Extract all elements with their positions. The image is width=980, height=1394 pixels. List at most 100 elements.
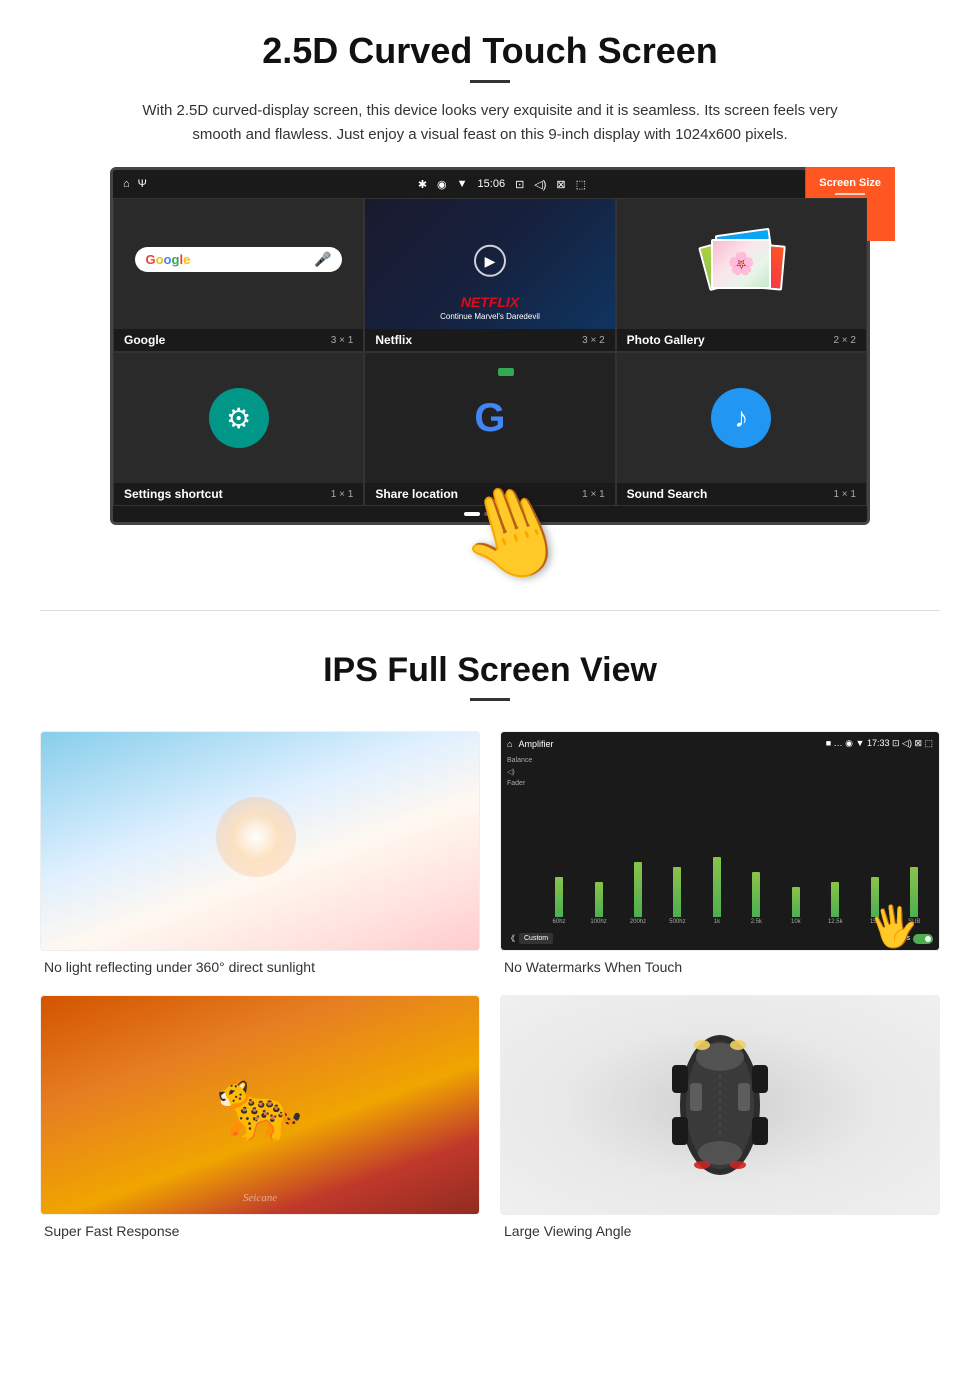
ips-item-car: Large Viewing Angle (500, 995, 940, 1239)
badge-line (835, 193, 865, 195)
amp-bar-item-5 (713, 857, 721, 917)
section-ips: IPS Full Screen View No light reflecting… (0, 611, 980, 1269)
amp-bar-10k: 10k (777, 887, 814, 925)
photo-app-name: Photo Gallery (627, 333, 705, 347)
device-screen: ⌂ Ψ ✱ ◉ ▼ 15:06 ⊡ ◁) ⊠ ⬚ (110, 167, 870, 525)
usb-icon: Ψ (138, 178, 147, 190)
section2-title: IPS Full Screen View (40, 651, 940, 690)
home-icon-amp: ⌂ (507, 739, 512, 749)
google-search-bar[interactable]: Google 🎤 (135, 247, 341, 272)
google-label-row: Google 3 × 1 (114, 329, 363, 351)
amp-bar-12k5: 12.5k (817, 882, 854, 925)
settings-app-inner: ⚙ (114, 353, 363, 483)
amp-eq: 60hz 100hz 200hz (540, 753, 933, 929)
photo-stack: 🌸 (711, 239, 771, 289)
ips-image-cheetah: 🐆 Seicane (40, 995, 480, 1215)
sun-glow (216, 797, 296, 877)
x-icon: ⊠ (556, 178, 565, 191)
netflix-subtitle: Continue Marvel's Daredevil (373, 312, 606, 321)
amp-bar-60: 60hz (540, 877, 577, 925)
home-icon[interactable]: ⌂ (123, 178, 130, 190)
google-g-icon: G (474, 398, 505, 438)
mic-icon[interactable]: 🎤 (314, 251, 331, 268)
status-bar-left: ⌂ Ψ (123, 178, 147, 190)
screen-icon: ⬚ (576, 178, 586, 191)
ips-grid: No light reflecting under 360° direct su… (40, 731, 940, 1239)
amp-main: Balance ◁) Fader 60hz 100hz (507, 753, 933, 929)
camera-icon: ⊡ (515, 178, 524, 191)
share-location-inner: G (365, 353, 614, 483)
sound-app-size: 1 × 1 (833, 489, 856, 500)
ips-caption-cheetah: Super Fast Response (40, 1223, 480, 1239)
ips-caption-amp: No Watermarks When Touch (500, 959, 940, 975)
photo-gallery-cell[interactable]: 🌸 Photo Gallery 2 × 2 (616, 198, 867, 352)
settings-label-row: Settings shortcut 1 × 1 (114, 483, 363, 505)
cheetah-icon: 🐆 (216, 1064, 303, 1146)
signal-icon: ▼ (457, 178, 468, 190)
amp-bar-200: 200hz (619, 862, 656, 925)
sound-app-name: Sound Search (627, 487, 708, 501)
photo-app-size: 2 × 2 (833, 335, 856, 346)
google-app-inner: Google 🎤 (114, 199, 363, 329)
ips-item-sky: No light reflecting under 360° direct su… (40, 731, 480, 975)
ips-caption-sky: No light reflecting under 360° direct su… (40, 959, 480, 975)
status-bar: ⌂ Ψ ✱ ◉ ▼ 15:06 ⊡ ◁) ⊠ ⬚ (113, 170, 867, 198)
share-app-size: 1 × 1 (582, 489, 605, 500)
amp-bar-1k: 1k (698, 857, 735, 925)
badge-label: Screen Size (819, 177, 881, 189)
app-grid-row1: Google 🎤 Google 3 × 1 ▶ NETFLIX (113, 198, 867, 352)
sound-search-inner: ♪ (617, 353, 866, 483)
amp-bar-100: 100hz (580, 882, 617, 925)
amp-bar-2k5: 2.5k (738, 872, 775, 925)
netflix-content: ▶ NETFLIX Continue Marvel's Daredevil (365, 199, 614, 329)
fader-label: Fader (507, 780, 532, 787)
amp-header: ⌂ Amplifier ■ … ◉ ▼ 17:33 ⊡ ◁) ⊠ ⬚ (507, 738, 933, 749)
netflix-logo: NETFLIX (373, 294, 606, 310)
section-curved-touch: 2.5D Curved Touch Screen With 2.5D curve… (0, 0, 980, 550)
google-app-cell[interactable]: Google 🎤 Google 3 × 1 (113, 198, 364, 352)
settings-app-cell[interactable]: ⚙ Settings shortcut 1 × 1 (113, 352, 364, 506)
google-logo: Google (145, 252, 190, 267)
photo-thumb-main: 🌸 (711, 239, 771, 289)
status-bar-center: ✱ ◉ ▼ 15:06 ⊡ ◁) ⊠ ⬚ (147, 178, 857, 191)
amp-bar-item-1 (555, 877, 563, 917)
netflix-label-row: Netflix 3 × 2 (365, 329, 614, 351)
amp-left-panel: Balance ◁) Fader (507, 753, 532, 929)
sky-bg (41, 732, 479, 950)
amp-nav-left[interactable]: 《 (507, 933, 515, 944)
sound-icon: ♪ (711, 388, 771, 448)
ips-item-amp: ⌂ Amplifier ■ … ◉ ▼ 17:33 ⊡ ◁) ⊠ ⬚ Balan… (500, 731, 940, 975)
title-underline-2 (470, 698, 510, 701)
amp-bar-item-6 (752, 872, 760, 917)
netflix-app-name: Netflix (375, 333, 412, 347)
ips-item-cheetah: 🐆 Seicane Super Fast Response (40, 995, 480, 1239)
amp-bar-item-8 (831, 882, 839, 917)
sound-search-cell[interactable]: ♪ Sound Search 1 × 1 (616, 352, 867, 506)
share-app-name: Share location (375, 487, 458, 501)
flower-icon: 🌸 (713, 241, 769, 287)
google-g-accent (498, 368, 514, 376)
settings-app-name: Settings shortcut (124, 487, 223, 501)
title-underline-1 (470, 80, 510, 83)
amp-icons: ■ … ◉ ▼ 17:33 ⊡ ◁) ⊠ ⬚ (826, 738, 933, 749)
volume-icon: ◁) (534, 178, 546, 191)
touch-hand-icon: 🤚 (442, 464, 583, 601)
custom-button[interactable]: Custom (519, 933, 553, 944)
ips-image-sky (40, 731, 480, 951)
amp-bar-item-3 (634, 862, 642, 917)
netflix-play-button[interactable]: ▶ (474, 245, 506, 277)
section1-description: With 2.5D curved-display screen, this de… (140, 99, 840, 147)
device-mockup: Screen Size 9" ⌂ Ψ ✱ ◉ ▼ 15:06 ⊡ ◁) ⊠ (95, 167, 885, 525)
amp-hand-icon: 🖐 (865, 899, 922, 951)
amp-bar-500: 500hz (659, 867, 696, 925)
car-bg (501, 996, 939, 1214)
volume-label-amp: ◁) (507, 768, 532, 776)
google-app-size: 3 × 1 (331, 335, 354, 346)
amp-bar-item-4 (673, 867, 681, 917)
google-app-name: Google (124, 333, 165, 347)
netflix-app-cell[interactable]: ▶ NETFLIX Continue Marvel's Daredevil Ne… (364, 198, 615, 352)
sound-label-row: Sound Search 1 × 1 (617, 483, 866, 505)
amp-title: Amplifier (518, 739, 553, 749)
car-top-view-svg (650, 1015, 790, 1195)
amp-time: 17:33 (867, 738, 890, 748)
